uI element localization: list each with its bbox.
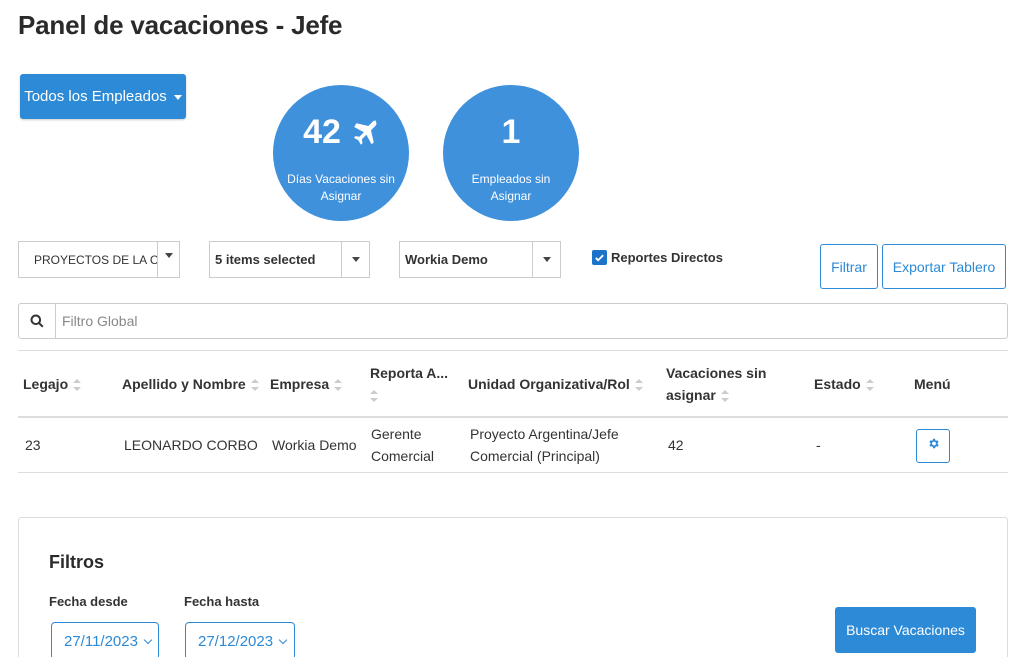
sort-icon	[634, 379, 643, 392]
vacations-table: Legajo Apellido y Nombre Empresa Reporta…	[18, 350, 1008, 473]
checkmark-icon[interactable]	[592, 250, 607, 265]
chevron-down-icon	[157, 242, 179, 277]
cell-legajo: 23	[25, 437, 41, 453]
date-from-label: Fecha desde	[49, 594, 128, 609]
project-select-value: PROYECTOS DE LA C	[34, 252, 157, 267]
search-vacations-button[interactable]: Buscar Vacaciones	[835, 607, 976, 653]
column-vacaciones[interactable]: Vacaciones sin asignar	[666, 362, 766, 406]
filters-title: Filtros	[49, 552, 105, 572]
unassigned-days-stat: 42 Días Vacaciones sin Asignar	[273, 85, 409, 221]
global-search-input[interactable]	[56, 304, 1007, 338]
chevron-down-icon	[143, 635, 153, 644]
filter-button[interactable]: Filtrar	[820, 244, 878, 289]
sort-icon	[334, 379, 343, 392]
project-select[interactable]: PROYECTOS DE LA C	[18, 241, 180, 278]
column-unidad[interactable]: Unidad Organizativa/Rol	[468, 373, 643, 395]
company-select-value: Workia Demo	[405, 252, 488, 267]
unassigned-employees-label: Empleados sin Asignar	[471, 172, 551, 203]
direct-reports-label: Reportes Directos	[611, 250, 723, 265]
gear-icon	[927, 437, 940, 455]
sort-icon	[370, 390, 378, 403]
items-multiselect[interactable]: 5 items selected	[209, 241, 370, 278]
search-icon	[19, 304, 56, 338]
direct-reports-checkbox[interactable]: Reportes Directos	[592, 250, 723, 265]
column-estado[interactable]: Estado	[814, 373, 874, 395]
caret-down-icon	[173, 95, 182, 100]
export-board-button[interactable]: Exportar Tablero	[882, 244, 1006, 289]
cell-vacaciones: 42	[668, 437, 684, 453]
employees-dropdown-label: Todos los Empleados	[24, 88, 167, 105]
chevron-down-icon	[278, 635, 288, 644]
cell-nombre: LEONARDO CORBO	[124, 437, 258, 453]
sort-icon	[250, 379, 259, 392]
chevron-down-icon	[341, 242, 369, 277]
company-select[interactable]: Workia Demo	[399, 241, 561, 278]
sort-icon	[865, 379, 874, 392]
cell-estado: -	[816, 437, 821, 453]
column-nombre[interactable]: Apellido y Nombre	[122, 373, 259, 395]
page-title: Panel de vacaciones - Jefe	[18, 10, 343, 40]
table-header: Legajo Apellido y Nombre Empresa Reporta…	[18, 350, 1008, 418]
column-reporta-a[interactable]: Reporta A...	[370, 362, 448, 406]
row-menu-button[interactable]	[916, 429, 950, 463]
column-empresa[interactable]: Empresa	[270, 373, 343, 395]
sort-icon	[73, 379, 82, 392]
plane-icon	[349, 118, 379, 148]
unassigned-employees-stat: 1 Empleados sin Asignar	[443, 85, 579, 221]
date-from-picker[interactable]: 27/11/2023	[51, 622, 159, 657]
unassigned-days-value: 42	[303, 113, 341, 151]
table-row: 23 LEONARDO CORBO Workia Demo Gerente Com…	[18, 418, 1008, 473]
sort-icon	[720, 390, 729, 403]
employees-dropdown[interactable]: Todos los Empleados	[20, 74, 186, 119]
items-multiselect-value: 5 items selected	[215, 252, 316, 267]
unassigned-employees-value: 1	[501, 113, 521, 151]
cell-unidad: Proyecto Argentina/Jefe Comercial (Princi…	[470, 426, 619, 464]
date-to-value: 27/12/2023	[198, 632, 274, 650]
cell-reporta-a: Gerente Comercial	[371, 426, 435, 464]
filters-panel: Filtros Fecha desde Fecha hasta 27/11/20…	[18, 517, 1008, 657]
chevron-down-icon	[532, 242, 560, 277]
column-legajo[interactable]: Legajo	[23, 373, 82, 395]
unassigned-days-label: Días Vacaciones sin Asignar	[287, 172, 395, 203]
date-to-picker[interactable]: 27/12/2023	[185, 622, 295, 657]
cell-empresa: Workia Demo	[272, 437, 357, 453]
column-menu: Menú	[914, 376, 951, 392]
date-from-value: 27/11/2023	[64, 632, 138, 650]
date-to-label: Fecha hasta	[184, 594, 260, 609]
global-search	[18, 303, 1008, 339]
